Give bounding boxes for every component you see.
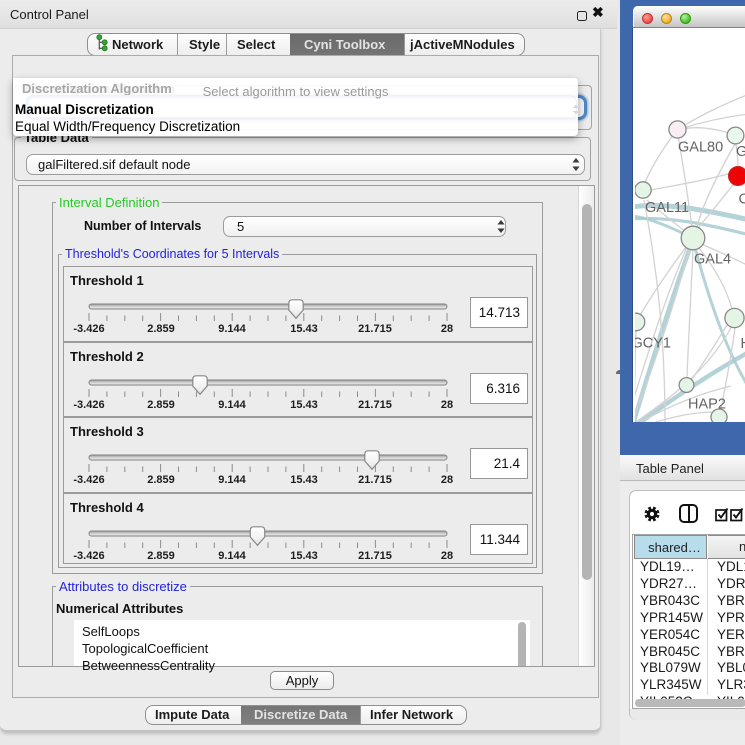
svg-text:GAL11: GAL11 xyxy=(645,200,689,216)
svg-text:GAL: GAL xyxy=(736,144,745,160)
svg-text:HIS: HIS xyxy=(740,336,745,352)
svg-text:HAP2: HAP2 xyxy=(688,397,726,413)
svg-text:GCY1: GCY1 xyxy=(635,336,671,352)
svg-text:C: C xyxy=(738,192,745,208)
svg-text:GAL4: GAL4 xyxy=(694,252,731,268)
svg-text:GAL80: GAL80 xyxy=(678,140,723,156)
